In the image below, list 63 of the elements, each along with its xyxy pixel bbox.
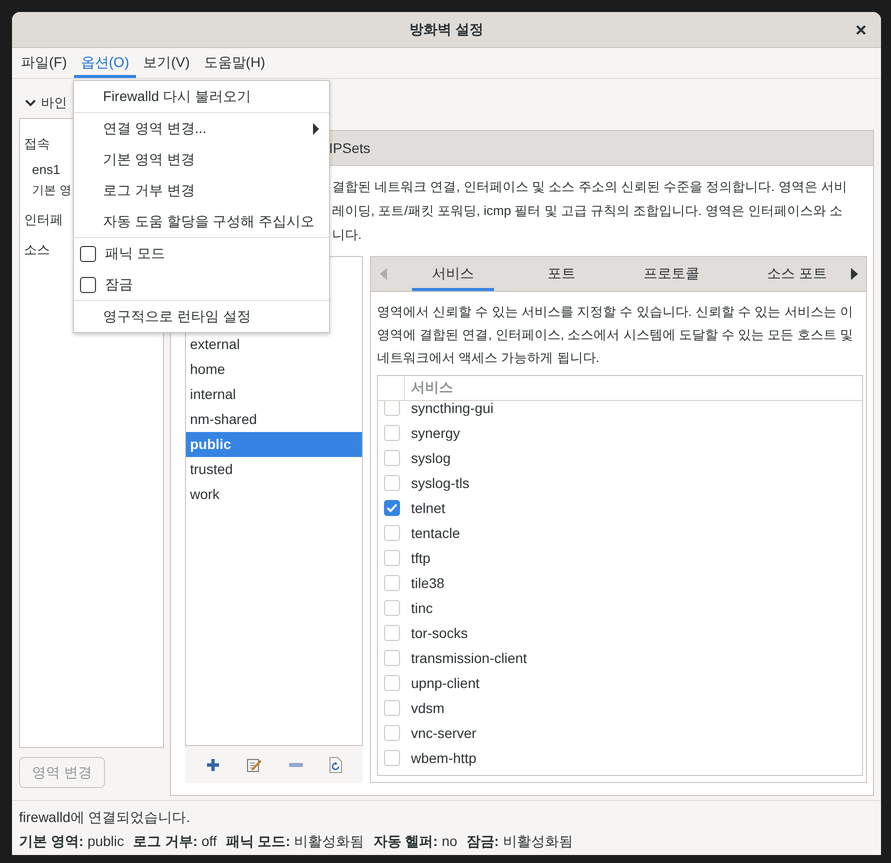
checkbox[interactable] <box>384 500 400 516</box>
tab[interactable]: 소스 포트 <box>753 257 841 291</box>
service-name: upnp-client <box>411 674 480 690</box>
reload-icon[interactable] <box>328 756 342 772</box>
service-name: syslog-tls <box>411 474 470 490</box>
scroll-left-icon[interactable] <box>380 268 387 280</box>
service-name: syslog <box>411 450 451 466</box>
menu-item[interactable]: 연결 영역 변경... <box>74 113 329 144</box>
status-field: 로그 거부: off <box>133 833 217 851</box>
tab[interactable]: IPSets <box>329 140 370 156</box>
zone-item[interactable]: work <box>186 482 362 507</box>
zone-item[interactable]: external <box>186 332 362 357</box>
submenu-arrow-icon <box>313 123 319 135</box>
status-field: 잠금: 비활성화됨 <box>466 833 573 851</box>
tab[interactable]: 프로토콜 <box>629 257 714 291</box>
remove-icon[interactable] <box>288 762 303 766</box>
services-description: 영역에서 신뢰할 수 있는 서비스를 지정할 수 있습니다. 신뢰할 수 있는 서비스는 이 영역에 결합된 연결, 인터페이스, 소스에서 시스템에 도달할 수 있는 모든 호스트 및 네트워크에서 액세스 가능하게 됩니다. <box>376 303 854 367</box>
service-name: tentacle <box>411 524 460 540</box>
zone-description: 결합된 네트워크 연결, 인터페이스 및 소스 주소의 신뢰된 수준을 정의합니다. 영역은 서비 레이딩, 포트/패킷 포워딩, icmp 필터 및 고급 규칙의 조합입니다. 영역은 인터페이스와 소 니다. <box>332 178 847 244</box>
zone-item[interactable]: internal <box>186 382 362 407</box>
tab[interactable]: 포트 <box>534 257 590 291</box>
menu-item[interactable]: 파일(F) <box>14 48 74 78</box>
menu-label: 잠금 <box>105 276 133 294</box>
service-name: transmission-client <box>411 650 527 666</box>
checkbox[interactable] <box>80 246 96 262</box>
menu-item[interactable]: 보기(V) <box>136 48 197 78</box>
close-icon[interactable] <box>855 24 867 36</box>
service-name: tor-socks <box>411 624 468 640</box>
chevron-icon[interactable] <box>25 98 36 106</box>
status-message: firewalld에 연결되었습니다. <box>19 808 192 827</box>
add-icon[interactable] <box>206 758 220 772</box>
service-name: telnet <box>411 500 446 516</box>
service-name: tile38 <box>411 574 444 590</box>
status-field: 패닉 모드: 비활성화됨 <box>226 833 364 851</box>
service-name: tinc <box>411 600 433 616</box>
status-field: 기본 영역: public <box>19 833 124 851</box>
menu-item[interactable]: 로그 거부 변경 <box>74 175 329 206</box>
menu-item[interactable]: 도움말(H) <box>196 48 272 78</box>
menu-item[interactable]: 자동 도움 할당을 구성해 주십시오 <box>74 206 329 237</box>
expander-label[interactable]: 바인 <box>41 94 67 112</box>
service-name: syncthing-gui <box>411 401 494 416</box>
service-name: vdsm <box>411 700 444 716</box>
menu-item[interactable]: Firewalld 다시 불러오기 <box>74 82 329 112</box>
edit-icon[interactable] <box>246 756 262 772</box>
service-name: synergy <box>411 424 460 440</box>
menu-label: 연결 영역 변경... <box>103 120 206 138</box>
window-title: 방화벽 설정 <box>410 20 484 38</box>
service-name: vnc-server <box>411 724 476 740</box>
zone-item[interactable]: public <box>186 432 362 457</box>
zone-item[interactable]: trusted <box>186 457 362 482</box>
tab[interactable]: 서비스 <box>412 257 494 291</box>
menu-label: 패닉 모드 <box>105 244 165 262</box>
menu-item[interactable]: 패닉 모드 <box>74 238 329 269</box>
scroll-right-icon[interactable] <box>851 268 858 280</box>
zone-item[interactable]: nm-shared <box>186 407 362 432</box>
status-field: 자동 헬퍼: no <box>373 833 458 851</box>
menu-item[interactable]: 잠금 <box>74 269 329 300</box>
zone-item[interactable]: home <box>186 357 362 382</box>
checkbox[interactable] <box>80 276 96 292</box>
menu-item[interactable]: 기본 영역 변경 <box>74 144 329 175</box>
service-name: tftp <box>411 550 430 566</box>
service-name: wbem-http <box>411 750 476 766</box>
menu-item[interactable]: 영구적으로 런타임 설정 <box>74 301 329 332</box>
